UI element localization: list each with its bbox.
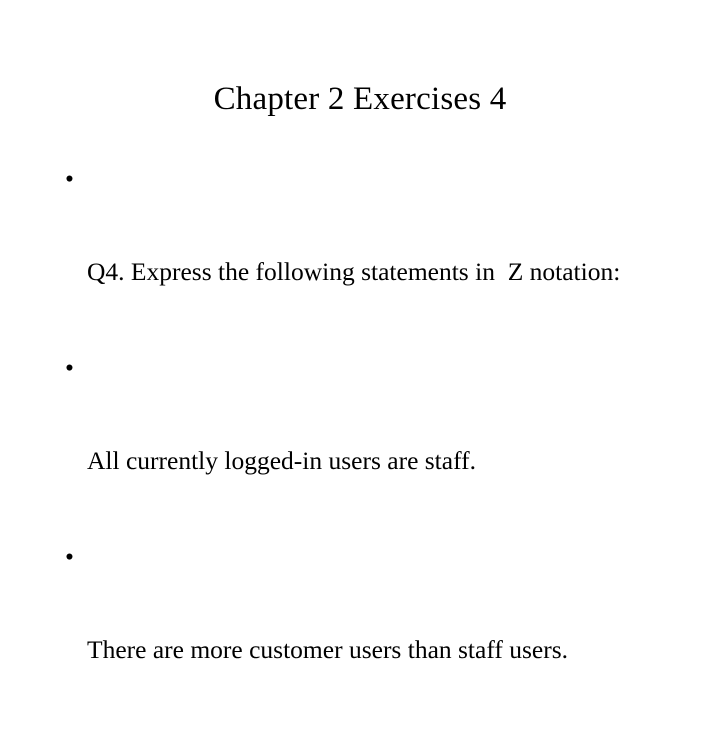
bullet-point-icon: • [65, 164, 74, 193]
list-item: • All currently logged-in users are staf… [62, 352, 662, 538]
list-item: • Q4. Express the following statements i… [62, 163, 662, 349]
bullet-point-icon: • [65, 353, 74, 382]
page-title: Chapter 2 Exercises 4 [213, 81, 507, 117]
list-item-label: All currently logged-in users are staff. [87, 446, 476, 475]
list-item-label: There are more customer users than staff… [87, 635, 569, 664]
bullet-list: • Q4. Express the following statements i… [62, 163, 662, 730]
bullet-point-icon: • [65, 542, 74, 571]
list-item-label: Q4. Express the following statements in … [87, 257, 621, 286]
list-item: • There are more customer users than sta… [62, 541, 662, 727]
slide-canvas: Chapter 2 Exercises 4 • Q4. Express the … [0, 0, 720, 664]
